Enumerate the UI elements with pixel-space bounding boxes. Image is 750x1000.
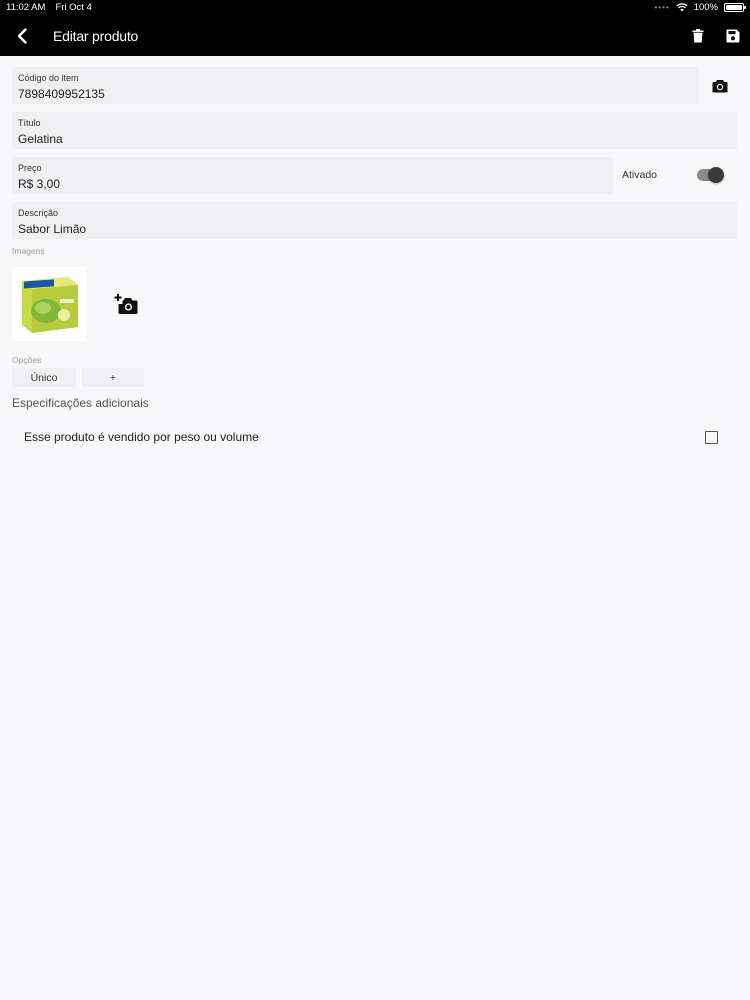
back-button[interactable] [0,15,44,56]
description-value[interactable]: Sabor Limão [18,221,731,237]
item-code-value[interactable]: 7898409952135 [18,86,693,102]
item-code-field[interactable]: Código do item 7898409952135 [12,67,699,104]
status-bar: 11:02 AM Fri Oct 4 •••• 100% [0,0,750,15]
app-bar-actions [680,15,750,56]
price-value[interactable]: R$ 3,00 [18,176,607,192]
add-photo-button[interactable] [114,293,142,317]
trash-icon [692,28,703,42]
title-field[interactable]: Título Gelatina [12,112,737,149]
status-date: Fri Oct 4 [55,2,92,13]
camera-icon [712,80,728,93]
sold-by-weight-label: Esse produto é vendido por peso ou volum… [24,430,259,444]
title-label: Título [18,118,41,128]
options-section-label: Opções [12,355,42,365]
save-button[interactable] [715,15,750,56]
add-option-button[interactable]: + [82,368,144,387]
price-field[interactable]: Preço R$ 3,00 [12,157,613,194]
description-label: Descrição [18,208,59,218]
extra-specs-title: Especificações adicionais [12,396,149,410]
title-value[interactable]: Gelatina [18,131,731,147]
wifi-icon [676,3,688,12]
sold-by-weight-checkbox[interactable] [705,431,718,444]
delete-button[interactable] [680,15,715,56]
add-camera-icon [114,294,138,314]
option-chip-unico[interactable]: Único [12,368,76,387]
page-title: Editar produto [53,27,139,44]
chevron-left-icon [17,27,27,44]
images-section-label: Imagens [12,246,45,256]
active-toggle[interactable] [697,167,724,183]
status-time: 11:02 AM [6,2,46,13]
scan-code-button[interactable] [706,72,734,100]
description-field[interactable]: Descrição Sabor Limão [12,202,737,239]
price-label: Preço [18,163,42,173]
app-bar: Editar produto [0,15,750,56]
toggle-knob [708,167,724,183]
active-toggle-label: Ativado [622,169,658,181]
battery-icon [724,3,746,12]
signal-dots-icon: •••• [654,3,670,12]
floppy-disk-icon [726,29,739,42]
status-right: •••• 100% [654,2,746,13]
battery-percent: 100% [693,2,718,13]
item-code-label: Código do item [18,73,79,83]
gelatin-box-image [22,277,78,333]
product-image[interactable] [12,267,86,341]
